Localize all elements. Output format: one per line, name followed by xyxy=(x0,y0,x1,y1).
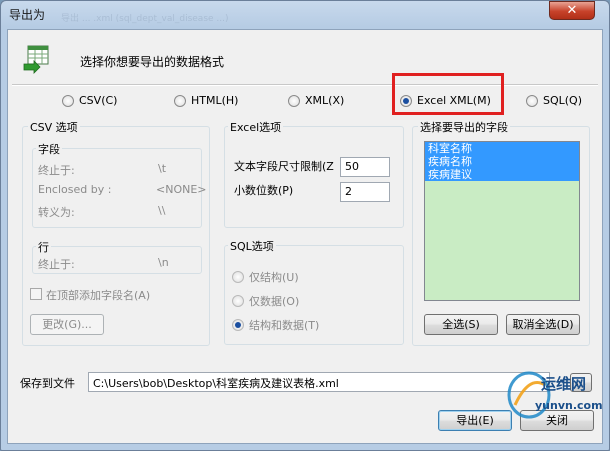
sql-radio-label: 结构和数据(T) xyxy=(249,319,320,332)
deselect-all-button[interactable]: 取消全选(D) xyxy=(506,314,580,335)
text-size-limit-label: 文本字段尺寸限制(Z) xyxy=(234,160,334,172)
row-terminated-label: 终止于: xyxy=(38,258,75,271)
format-radio-label: SQL(Q) xyxy=(543,94,583,107)
radio-circle[interactable] xyxy=(174,94,186,107)
site-watermark: 运维网 yunvn.com xyxy=(499,371,603,419)
sql-radio-structure-only[interactable]: 仅结构(U) xyxy=(232,269,299,285)
format-radio-csv[interactable]: CSV(C) xyxy=(62,94,117,107)
sql-radio-data-only[interactable]: 仅数据(O) xyxy=(232,293,299,309)
watermark-brand: 运维网 xyxy=(541,375,587,393)
csv-field-title: 字段 xyxy=(36,141,62,157)
format-radio-html[interactable]: HTML(H) xyxy=(174,94,238,107)
select-all-button[interactable]: 全选(S) xyxy=(424,314,498,335)
excel-options-group xyxy=(224,126,404,228)
radio-circle[interactable] xyxy=(232,295,244,307)
field-terminated-label: 终止于: xyxy=(38,164,75,177)
save-to-file-label: 保存到文件 xyxy=(20,377,75,390)
window-close-button[interactable]: ✕ xyxy=(549,1,595,20)
window-title: 导出为 xyxy=(9,8,46,22)
list-item[interactable]: 科室名称 xyxy=(425,142,579,155)
annotation-highlight-box xyxy=(392,73,504,115)
header-separator xyxy=(12,84,598,86)
escaped-value: \\ xyxy=(158,204,166,217)
fields-listbox[interactable]: 科室名称 疾病名称 疾病建议 xyxy=(424,141,580,301)
format-radio-label: CSV(C) xyxy=(79,94,118,107)
excel-options-title: Excel选项 xyxy=(228,119,284,135)
list-item[interactable]: 疾病建议 xyxy=(425,168,579,181)
radio-circle[interactable] xyxy=(288,94,300,107)
sql-options-title: SQL选项 xyxy=(228,238,276,254)
change-button[interactable]: 更改(G)... xyxy=(30,314,104,335)
decimal-places-input[interactable]: 2 xyxy=(340,182,390,202)
sql-radio-label: 仅数据(O) xyxy=(249,295,300,308)
format-radio-label: XML(X) xyxy=(305,94,345,107)
background-title-text: 导出 ... .xml (sql_dept_val_disease ...) xyxy=(61,14,229,24)
field-terminated-value: \t xyxy=(158,162,167,175)
radio-circle[interactable] xyxy=(232,271,244,283)
format-radio-xml[interactable]: XML(X) xyxy=(288,94,344,107)
csv-row-title: 行 xyxy=(36,239,51,255)
radio-circle-selected[interactable] xyxy=(232,319,244,331)
format-radio-label: HTML(H) xyxy=(191,94,239,107)
enclosed-by-value: <NONE> xyxy=(156,183,207,196)
enclosed-by-label: Enclosed by : xyxy=(38,183,112,196)
title-bar[interactable]: 导出为 导出 ... .xml (sql_dept_val_disease ..… xyxy=(1,1,609,25)
sql-radio-label: 仅结构(U) xyxy=(249,271,299,284)
export-dialog-window: 导出为 导出 ... .xml (sql_dept_val_disease ..… xyxy=(0,0,610,451)
format-radio-sql[interactable]: SQL(Q) xyxy=(526,94,582,107)
decimal-places-label: 小数位数(P) xyxy=(234,184,294,197)
save-path-input[interactable]: C:\Users\bob\Desktop\科室疾病及建议表格.xml xyxy=(88,372,550,392)
header-instruction: 选择你想要导出的数据格式 xyxy=(80,55,225,69)
csv-options-title: CSV 选项 xyxy=(28,119,80,135)
radio-circle[interactable] xyxy=(62,94,74,107)
sql-radio-structure-and-data[interactable]: 结构和数据(T) xyxy=(232,317,319,333)
fields-group-title: 选择要导出的字段 xyxy=(418,119,510,135)
table-export-icon xyxy=(22,44,52,74)
row-terminated-value: \n xyxy=(158,256,169,269)
add-field-names-label: 在顶部添加字段名(A) xyxy=(46,289,151,302)
escaped-label: 转义为: xyxy=(38,206,75,219)
watermark-url: yunvn.com xyxy=(535,399,603,412)
text-size-limit-input[interactable]: 50 xyxy=(340,157,390,177)
radio-circle[interactable] xyxy=(526,94,538,107)
list-item[interactable]: 疾病名称 xyxy=(425,155,579,168)
add-field-names-checkbox[interactable] xyxy=(30,288,42,300)
